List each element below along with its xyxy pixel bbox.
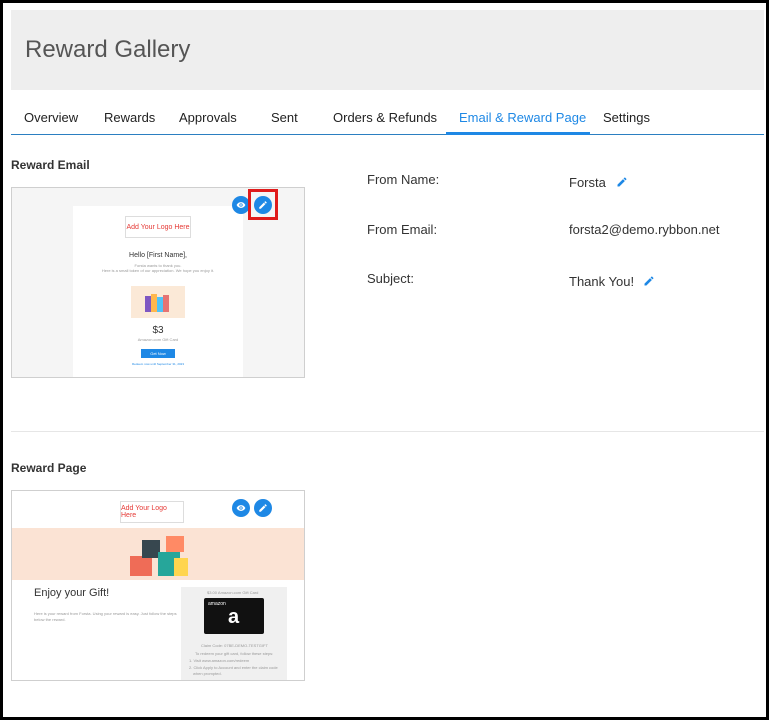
tab-overview[interactable]: Overview (24, 110, 78, 125)
preview-page-button[interactable] (232, 499, 250, 517)
tab-email-reward-page[interactable]: Email & Reward Page (459, 110, 586, 125)
steps-intro: To redeem your gift card, follow these s… (195, 651, 274, 656)
from-email-label: From Email: (367, 222, 438, 237)
edit-page-button[interactable] (254, 499, 272, 517)
tab-bar: Overview Rewards Approvals Sent Orders &… (11, 100, 764, 135)
amazon-brand: amazon (208, 601, 226, 607)
claim-code: Claim Code: 07BE-DEMO-TESTGIFT (201, 643, 268, 648)
eye-icon (236, 202, 246, 208)
email-cta-button: Get Now (141, 349, 175, 358)
from-name-label: From Name: (367, 172, 440, 187)
email-logo-placeholder: Add Your Logo Here (125, 216, 191, 238)
page-logo-placeholder: Add Your Logo Here (120, 501, 184, 523)
tab-sent[interactable]: Sent (271, 110, 298, 125)
amazon-logo-icon: a (228, 606, 240, 628)
reward-page-preview[interactable]: Add Your Logo Here Enjoy your Gift! Here… (11, 490, 305, 681)
highlight-box (248, 189, 278, 220)
tab-orders-refunds[interactable]: Orders & Refunds (333, 110, 437, 125)
step-2: 2. Click Apply to Account and enter the … (189, 665, 278, 670)
page-heading: Enjoy your Gift! (34, 587, 110, 599)
reward-email-title: Reward Email (11, 158, 90, 172)
page-body-1: Here is your reward from Forsta. Using y… (34, 611, 177, 616)
page-body-2: below the reward. (34, 617, 66, 622)
subject-value: Thank You! (569, 274, 635, 289)
gift-banner (12, 528, 304, 580)
tab-rewards[interactable]: Rewards (104, 110, 155, 125)
gift-image (131, 286, 185, 318)
from-name-value: Forsta (569, 175, 606, 190)
subject-label: Subject: (367, 271, 414, 286)
edit-subject-pencil-icon[interactable] (643, 275, 655, 287)
eye-icon (236, 505, 246, 511)
edit-from-name-pencil-icon[interactable] (616, 176, 628, 188)
pencil-icon (259, 504, 267, 512)
tab-approvals[interactable]: Approvals (179, 110, 237, 125)
email-message-2: Here is a small token of our appreciatio… (101, 268, 215, 273)
gift-card-panel: $3.00 Amazon.com Gift Card amazon a Clai… (181, 587, 287, 680)
page-header: Reward Gallery (11, 10, 764, 90)
tab-settings[interactable]: Settings (603, 110, 650, 125)
email-card: Add Your Logo Here Hello [First Name], F… (73, 206, 243, 377)
email-amount: $3 (152, 325, 164, 336)
gift-card-title: $3.00 Amazon.com Gift Card (207, 590, 259, 595)
section-divider (11, 431, 764, 432)
step-1: 1. Visit www.amazon.com/redeem (189, 658, 250, 663)
email-card-name: Amazon.com Gift Card (137, 337, 179, 342)
amazon-card: amazon a (204, 598, 264, 634)
from-email-value: forsta2@demo.rybbon.net (569, 222, 720, 237)
reward-page-title: Reward Page (11, 461, 87, 475)
page-title: Reward Gallery (25, 36, 191, 63)
email-expiry: Redeem now until September 31, 2023 (131, 362, 185, 366)
step-3: when prompted. (193, 671, 222, 676)
active-tab-indicator (446, 132, 590, 135)
email-greeting: Hello [First Name], (129, 252, 187, 259)
